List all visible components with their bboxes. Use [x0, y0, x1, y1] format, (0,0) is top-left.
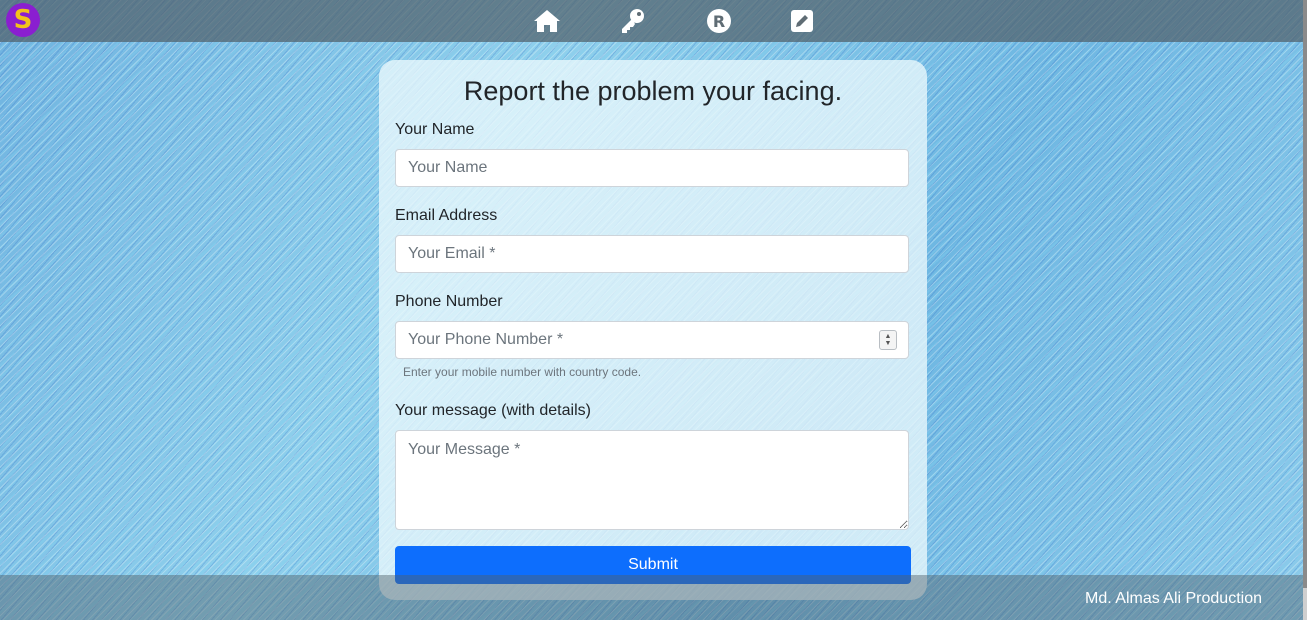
chevron-down-icon: ▼: [884, 340, 892, 347]
site-logo[interactable]: S: [6, 3, 40, 37]
top-navbar: S R: [0, 0, 1303, 42]
svg-text:R: R: [713, 12, 725, 31]
page-title: Report the problem your facing.: [463, 76, 843, 106]
email-label: Email Address: [395, 207, 498, 224]
logo-letter: S: [13, 5, 33, 35]
phone-help-text: Enter your mobile number with country co…: [403, 365, 642, 379]
email-input[interactable]: [395, 235, 909, 273]
chevron-up-icon: ▲: [884, 333, 892, 340]
registered-icon: R: [707, 9, 731, 33]
home-icon: [534, 10, 560, 32]
name-input[interactable]: [395, 149, 909, 187]
footer-credit: Md. Almas Ali Production: [1085, 590, 1262, 607]
phone-input[interactable]: [395, 321, 909, 359]
nav-login-link[interactable]: [618, 6, 648, 36]
name-label: Your Name: [395, 121, 475, 138]
message-label: Your message (with details): [395, 402, 591, 419]
phone-label: Phone Number: [395, 293, 503, 310]
message-textarea[interactable]: [395, 430, 909, 530]
report-form-card: Report the problem your facing. Your Nam…: [379, 60, 927, 600]
edit-icon: [791, 10, 813, 32]
scrollbar-thumb[interactable]: [1303, 0, 1307, 588]
footer: Md. Almas Ali Production: [0, 575, 1303, 620]
nav-home-link[interactable]: [532, 6, 562, 36]
phone-stepper[interactable]: ▲ ▼: [879, 330, 897, 350]
nav-report-link[interactable]: [787, 6, 817, 36]
nav-register-link[interactable]: R: [704, 6, 734, 36]
key-icon: [622, 9, 644, 33]
